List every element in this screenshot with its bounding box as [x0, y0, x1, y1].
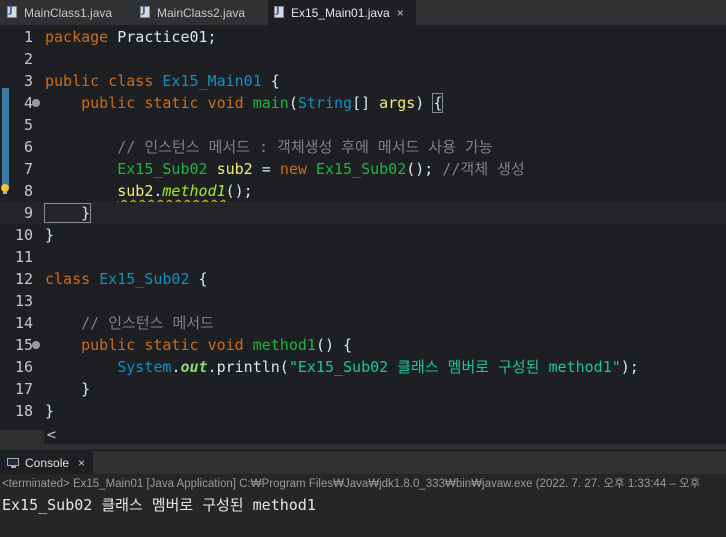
code-line: 8 sub2.method1(); [0, 180, 726, 202]
code-line: 13 [0, 290, 726, 312]
code-text: public class Ex15_Main01 { [45, 72, 280, 90]
code-line: 3 public class Ex15_Main01 { [0, 70, 726, 92]
code-text: } [45, 402, 55, 420]
code-line: 5 [0, 114, 726, 136]
code-editor[interactable]: 1 package Practice01; 2 3 public class E… [0, 26, 726, 430]
fold-toggle-icon[interactable] [32, 99, 40, 107]
line-number: 1 [23, 28, 33, 46]
code-text: public static void main(String[] args) { [81, 93, 444, 113]
line-number: 12 [14, 270, 33, 288]
line-number: 16 [14, 358, 33, 376]
code-text: package Practice01; [45, 28, 217, 46]
code-line-current: 9 } [0, 202, 726, 224]
code-line: 10 } [0, 224, 726, 246]
line-number: 18 [14, 402, 33, 420]
tab-label: Ex15_Main01.java [291, 5, 390, 20]
code-line: 2 [0, 48, 726, 70]
horizontal-scrollbar[interactable]: < [44, 428, 726, 444]
code-text: System.out.println("Ex15_Sub02 클래스 멤버로 구… [117, 358, 639, 376]
line-number: 11 [14, 248, 33, 266]
tab-label: MainClass2.java [157, 5, 246, 20]
fold-toggle-icon[interactable] [32, 341, 40, 349]
line-number: 8 [23, 182, 33, 200]
line-number: 10 [14, 226, 33, 244]
tab-mainclass2[interactable]: J MainClass2.java [139, 0, 267, 25]
code-line: 11 [0, 246, 726, 268]
line-number: 14 [14, 314, 33, 332]
code-comment: // 인스턴스 메서드 [45, 314, 214, 332]
java-file-icon: J [273, 5, 286, 19]
tab-console[interactable]: Console × [0, 451, 93, 475]
line-number: 2 [23, 50, 33, 68]
code-line: 18 } [0, 400, 726, 422]
lightbulb-warning-icon[interactable] [0, 184, 10, 196]
line-number: 17 [14, 380, 33, 398]
matched-brace: { [432, 93, 444, 113]
text-cursor [90, 204, 92, 221]
code-line: 16 System.out.println("Ex15_Sub02 클래스 멤버… [0, 356, 726, 378]
close-icon[interactable]: × [78, 456, 85, 470]
code-text: } [43, 203, 92, 223]
java-file-icon: J [6, 5, 19, 19]
code-comment: // 인스턴스 메서드 : 객체생성 후에 메서드 사용 가능 [45, 138, 493, 156]
console-status: <terminated> Ex15_Main01 [Java Applicati… [2, 478, 701, 490]
line-number: 4 [23, 94, 33, 112]
scroll-left-icon[interactable]: < [46, 428, 57, 443]
code-line: 17 } [0, 378, 726, 400]
code-text: Ex15_Sub02 sub2 = new Ex15_Sub02(); //객체… [117, 160, 525, 178]
line-number: 5 [23, 116, 33, 134]
editor-tab-bar: J MainClass1.java J MainClass2.java J Ex… [0, 0, 726, 26]
close-icon[interactable]: × [397, 6, 404, 20]
code-text: } [45, 380, 91, 398]
line-number: 15 [14, 336, 33, 354]
line-number: 9 [23, 204, 33, 222]
code-line: 7 Ex15_Sub02 sub2 = new Ex15_Sub02(); //… [0, 158, 726, 180]
code-line: 12 class Ex15_Sub02 { [0, 268, 726, 290]
console-output-line: Ex15_Sub02 클래스 멤버로 구성된 method1 [2, 496, 316, 514]
line-number: 6 [23, 138, 33, 156]
console-tab-label: Console [25, 456, 70, 470]
java-file-icon: J [139, 5, 152, 19]
line-number: 3 [23, 72, 33, 90]
code-line: 15 public static void method1() { [0, 334, 726, 356]
code-text: sub2.method1(); [117, 182, 253, 200]
code-text: public static void method1() { [81, 336, 353, 354]
tab-ex15-main01[interactable]: J Ex15_Main01.java × [268, 0, 416, 25]
line-number: 13 [14, 292, 33, 310]
tab-label: MainClass1.java [24, 5, 113, 20]
console-tab-bar: Console × [0, 450, 726, 475]
code-line: 4 public static void main(String[] args)… [0, 92, 726, 114]
code-text: } [45, 226, 55, 244]
line-number: 7 [23, 160, 33, 178]
tab-mainclass1[interactable]: J MainClass1.java [6, 0, 130, 25]
code-line: 14 // 인스턴스 메서드 [0, 312, 726, 334]
console-icon [7, 458, 20, 468]
code-line: 6 // 인스턴스 메서드 : 객체생성 후에 메서드 사용 가능 [0, 136, 726, 158]
code-text: class Ex15_Sub02 { [45, 270, 208, 288]
code-line: 1 package Practice01; [0, 26, 726, 48]
console-output-panel[interactable]: <terminated> Ex15_Main01 [Java Applicati… [0, 474, 726, 537]
